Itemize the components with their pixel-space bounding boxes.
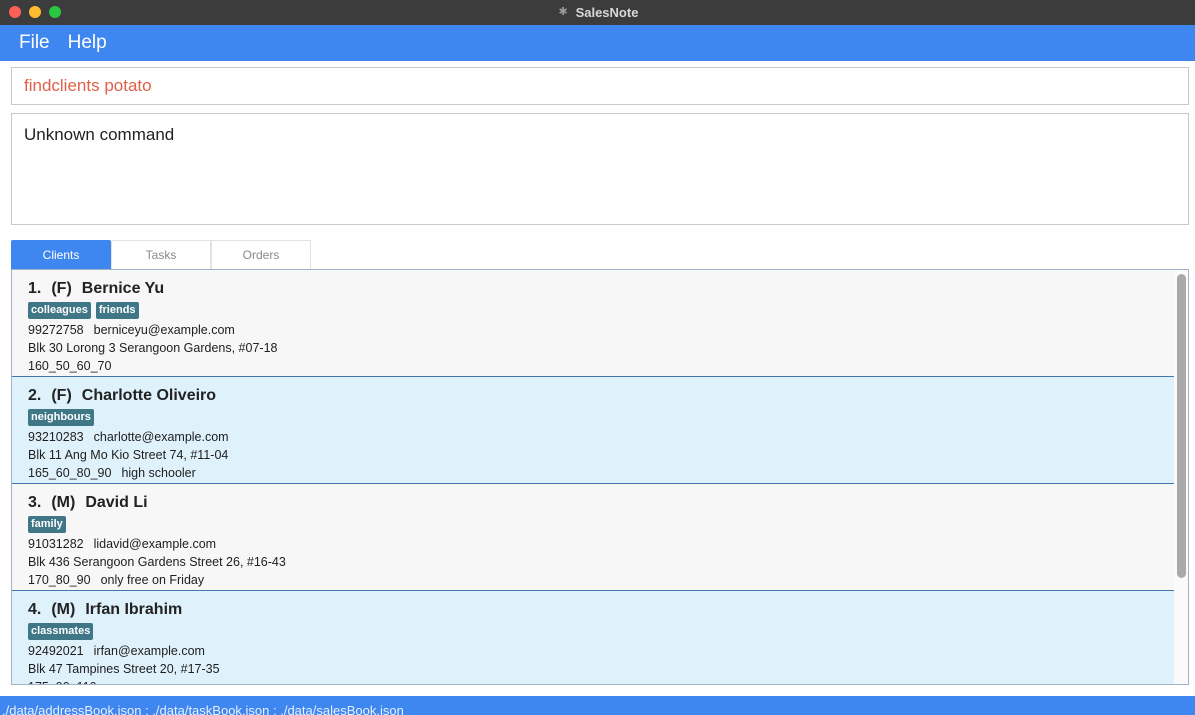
command-box	[11, 67, 1189, 105]
client-name: Bernice Yu	[81, 280, 165, 297]
status-bar: ./data/addressBook.json ; ./data/taskBoo…	[0, 696, 1195, 715]
title-bar: ✱ SalesNote	[0, 0, 1195, 25]
client-card[interactable]: 3. (M) David Li family 91031282 lidavid@exa…	[12, 484, 1174, 591]
client-tag: friends	[95, 302, 139, 319]
client-tag: classmates	[28, 623, 94, 640]
menu-file[interactable]: File	[19, 32, 50, 54]
client-phone: 91031282	[28, 537, 84, 551]
client-gender: (M)	[51, 601, 76, 618]
client-list[interactable]: 1. (F) Bernice Yu colleagues friends 99272…	[11, 269, 1189, 685]
tab-clients[interactable]: Clients	[11, 240, 111, 269]
client-name: Irfan Ibrahim	[85, 601, 183, 618]
result-display: Unknown command	[11, 113, 1189, 225]
client-size: 170_80_90	[28, 573, 91, 587]
client-size: 175_90_110	[28, 680, 97, 684]
menu-bar: File Help	[0, 25, 1195, 61]
client-card[interactable]: 4. (M) Irfan Ibrahim classmates 92492021 ir…	[12, 591, 1174, 684]
client-tag: neighbours	[28, 409, 94, 426]
client-size: 165_60_80_90	[28, 466, 112, 480]
client-name: Charlotte Oliveiro	[81, 387, 217, 404]
client-index: 3.	[28, 494, 42, 511]
client-gender: (F)	[51, 387, 72, 404]
window-title: SalesNote	[575, 5, 639, 20]
command-input[interactable]	[24, 76, 1188, 96]
client-card[interactable]: 2. (F) Charlotte Oliveiro neighbours 93210…	[12, 377, 1174, 484]
client-address: Blk 30 Lorong 3 Serangoon Gardens, #07-1…	[28, 341, 278, 355]
client-address: Blk 47 Tampines Street 20, #17-35	[28, 662, 220, 676]
client-phone: 99272758	[28, 323, 84, 337]
client-phone: 93210283	[28, 430, 84, 444]
client-phone: 92492021	[28, 644, 84, 658]
client-index: 4.	[28, 601, 42, 618]
menu-help[interactable]: Help	[68, 32, 107, 54]
client-gender: (F)	[51, 280, 72, 297]
app-logo-icon: ✱	[558, 6, 568, 18]
client-address: Blk 436 Serangoon Gardens Street 26, #16…	[28, 555, 286, 569]
client-size: 160_50_60_70	[28, 359, 112, 373]
client-tag: family	[28, 516, 66, 533]
client-card[interactable]: 1. (F) Bernice Yu colleagues friends 99272…	[12, 270, 1174, 377]
status-file-paths: ./data/addressBook.json ; ./data/taskBoo…	[2, 703, 404, 715]
client-remark: high schooler	[121, 466, 196, 480]
tab-orders[interactable]: Orders	[211, 240, 311, 269]
result-text: Unknown command	[24, 125, 175, 144]
client-name: David Li	[85, 494, 148, 511]
client-email: charlotte@example.com	[93, 430, 229, 444]
client-address: Blk 11 Ang Mo Kio Street 74, #11-04	[28, 448, 229, 462]
list-scrollbar[interactable]	[1177, 274, 1186, 578]
client-gender: (M)	[51, 494, 76, 511]
client-tag: colleagues	[28, 302, 91, 319]
client-email: berniceyu@example.com	[93, 323, 235, 337]
client-remark: only free on Friday	[100, 573, 205, 587]
client-email: irfan@example.com	[93, 644, 205, 658]
client-email: lidavid@example.com	[93, 537, 217, 551]
client-index: 2.	[28, 387, 42, 404]
client-index: 1.	[28, 280, 42, 297]
tab-tasks[interactable]: Tasks	[111, 240, 211, 269]
tab-bar: Clients Tasks Orders	[11, 240, 311, 269]
